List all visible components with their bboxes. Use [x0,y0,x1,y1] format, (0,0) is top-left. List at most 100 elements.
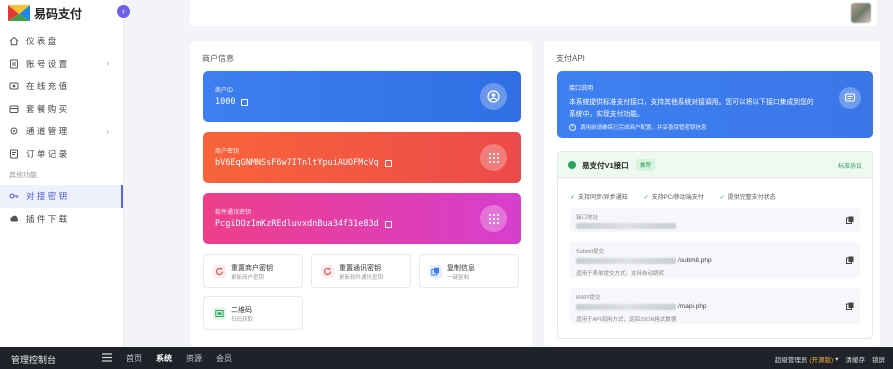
qrcode-icon [213,307,226,320]
button-title: 重置通讯密钥 [339,265,381,272]
sidebar-section-label: 其他功能 [9,172,37,179]
copy-icon[interactable] [846,216,854,224]
merchant-secret-label: 商户密钥 [215,149,240,155]
home-icon [9,36,19,46]
chevron-right-icon: › [106,126,109,136]
nav-resources[interactable]: 资源 [186,353,202,364]
sidebar-item-plugins[interactable]: 插 件 下 载 [0,208,123,231]
key-icon [9,191,19,201]
download-icon [9,214,19,224]
nav-home[interactable]: 首页 [126,353,142,364]
sidebar-item-api-keys[interactable]: 对 接 密 钥 [0,185,123,208]
chevron-down-icon[interactable]: ▾ [835,355,838,363]
check-icon: ✓ [570,195,576,201]
info-icon: i [569,123,576,131]
menu-icon[interactable] [102,353,112,364]
user-name[interactable]: 超级管理员 [775,354,808,364]
logo-icon [8,5,30,21]
sidebar-item-account[interactable]: 账 号 设 置 › [0,53,123,76]
copy-icon[interactable] [846,256,854,264]
redacted-url [576,223,676,229]
top-nav: 首页 系统 资源 会员 [126,353,246,364]
sidebar-item-label: 插 件 下 载 [26,213,68,224]
copy-icon [429,265,442,278]
sidebar-item-recharge[interactable]: 在 线 充 值 [0,75,123,98]
user-icon [480,83,507,110]
sidebar-menu: 仪 表 盘 账 号 设 置 › 在 线 充 值 套 餐 购 买 通 道 管 理 … [0,30,123,230]
button-subtitle: 扫码获取 [231,317,254,323]
sidebar-item-label: 套 餐 购 买 [26,103,68,114]
logo-text: 易码支付 [34,6,83,21]
logo[interactable]: 易码支付 [0,0,123,26]
chevron-right-icon: › [106,59,109,69]
feature-list: ✓ 支持同步/异步通知 ✓ 支持PC/移动端支付 ✓ 提供完整支付状态 [570,192,792,201]
lock-screen-button[interactable]: 锁屏 [872,354,885,364]
feature-text: 提供完整支付状态 [727,195,776,201]
sidebar-item-orders[interactable]: 订 单 记 录 [0,143,123,166]
api-submit-row: Submit提交 /submit.php 适用于表单提交方式，支持自动跳转 [570,242,860,278]
collapse-sidebar-button[interactable]: ‹ [117,5,130,18]
api-row-label: MAPI提交 [576,295,601,301]
copy-info-button[interactable]: 复制信息 一键复制 [419,254,519,288]
url-suffix: /mapi.php [678,303,707,310]
reset-comm-key-button[interactable]: 重置通讯密钥 更新软件通讯密钥 [311,254,411,288]
merchant-info-panel: 商户信息 商户ID 1000 商户密钥 bV6EqGNMNSsF6w7ITnlt… [190,41,532,347]
sidebar-item-label: 仪 表 盘 [26,36,57,47]
panel-title: 支付API [556,54,585,63]
standard-protocol-label: 标准协议 [837,164,862,170]
panel-title: 商户信息 [202,54,234,63]
qrcode-button[interactable]: 二维码 扫码获取 [203,296,303,330]
sidebar-item-dashboard[interactable]: 仪 表 盘 [0,30,123,53]
reset-merchant-key-button[interactable]: 重置商户密钥 更新商户密钥 [203,254,303,288]
merchant-secret-value: bV6EqGNMNSsF6w7ITnltYpuiAUOFMcVq [215,158,392,168]
api-mapi-row: MAPI提交 /mapi.php 适用于API调用方式，返回JSON格式数据 [570,288,860,324]
api-row-url [576,223,678,229]
sidebar-item-label: 通 道 管 理 [26,126,68,137]
button-title: 复制信息 [447,265,475,272]
feature-text: 支持PC/移动端支付 [651,195,704,201]
recharge-icon [9,81,19,91]
api-box-title: 易支付V1接口 [582,161,629,170]
channel-icon [9,126,19,136]
button-title: 二维码 [231,307,252,314]
copy-icon[interactable] [384,159,392,167]
clear-cache-button[interactable]: 清缓存 [846,354,866,364]
api-row-label: 接口地址 [576,215,599,221]
api-info-text: 本系统提供标准支付接口，支持其他系统对接调用。您可以将以下接口集成到您的系统中，… [569,99,814,118]
merchant-secret-text: bV6EqGNMNSsF6w7ITnltYpuiAUOFMcVq [215,158,379,168]
sidebar-item-package[interactable]: 套 餐 购 买 [0,98,123,121]
recommended-badge: 推荐 [636,159,656,171]
api-row-label: Submit提交 [576,249,605,255]
merchant-id-text: 1000 [215,97,236,107]
api-info-heading: 接口说明 [569,86,594,92]
comm-key-card: 软件通讯密钥 PcgiDOzImKzREdluvxdnBua34f31e83d [203,193,521,244]
nav-system[interactable]: 系统 [156,353,172,364]
api-address-row: 接口地址 [570,208,860,232]
comm-key-label: 软件通讯密钥 [215,210,252,216]
edition-badge: (开源版) [809,357,834,364]
api-row-desc: 适用于表单提交方式，支持自动跳转 [576,271,665,277]
copy-icon[interactable] [241,98,249,106]
button-subtitle: 更新商户密钥 [231,275,265,281]
keypad-icon [480,205,507,232]
package-icon [9,104,19,114]
navbar-right: 超级管理员 (开源版) ▾ 清缓存 锁屏 [768,354,885,364]
sidebar-item-label: 账 号 设 置 [26,58,68,69]
check-icon: ✓ [643,195,649,201]
avatar[interactable] [851,3,871,23]
console-title: 管理控制台 [11,355,57,365]
order-icon [9,149,19,159]
chat-icon [839,87,861,109]
api-row-url: /submit.php [576,257,712,264]
copy-icon[interactable] [384,220,392,228]
merchant-secret-card: 商户密钥 bV6EqGNMNSsF6w7ITnltYpuiAUOFMcVq [203,132,521,183]
api-endpoint-box: 易支付V1接口 推荐 标准协议 ✓ 支持同步/异步通知 ✓ 支持PC/移动端支付 ✓… [557,151,873,339]
copy-icon[interactable] [846,302,854,310]
feature-item: ✓ 提供完整支付状态 [720,192,784,201]
sidebar-item-label: 在 线 充 值 [26,81,68,92]
sidebar-item-channel[interactable]: 通 道 管 理 › [0,120,123,143]
feature-text: 支持同步/异步通知 [578,195,628,201]
sidebar: 易码支付 仪 表 盘 账 号 设 置 › 在 线 充 值 套 餐 购 买 通 道… [0,0,124,347]
nav-members[interactable]: 会员 [216,353,232,364]
button-title: 重置商户密钥 [231,265,273,272]
